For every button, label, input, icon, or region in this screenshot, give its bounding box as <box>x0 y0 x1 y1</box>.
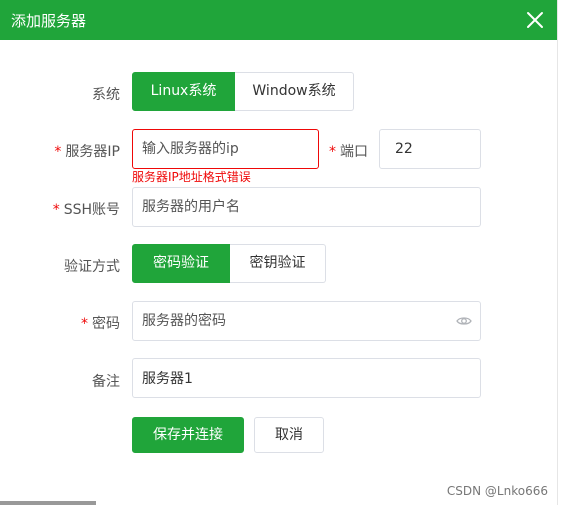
dialog-title: 添加服务器 <box>11 12 87 30</box>
required-mark: * <box>81 316 88 332</box>
ssh-account-label: * SSH账号 <box>52 202 120 218</box>
add-server-dialog: 添加服务器 系统 Linux系统 Window系统 *服务器IP 服务器IP地址… <box>0 0 558 505</box>
horizontal-scrollbar[interactable] <box>0 501 96 505</box>
auth-option-key[interactable]: 密钥验证 <box>230 244 326 283</box>
dialog-header: 添加服务器 <box>0 0 557 40</box>
required-mark: * <box>52 202 60 218</box>
cancel-button[interactable]: 取消 <box>254 417 324 453</box>
server-ip-input[interactable] <box>132 129 319 169</box>
ssh-account-input[interactable] <box>132 187 481 227</box>
system-option-windows[interactable]: Window系统 <box>235 72 354 111</box>
csdn-watermark: CSDN @Lnko666 <box>446 484 548 498</box>
server-ip-label: * 服务器IP <box>54 144 120 160</box>
system-selector: Linux系统 Window系统 <box>132 72 354 111</box>
remark-input[interactable] <box>132 358 481 398</box>
auth-method-selector: 密码验证 密钥验证 <box>132 244 326 283</box>
required-mark: * <box>54 144 62 160</box>
password-label: * 密码 <box>81 316 120 332</box>
port-label: * 端口 <box>329 144 368 160</box>
system-option-linux[interactable]: Linux系统 <box>132 72 235 111</box>
password-input[interactable] <box>132 301 481 341</box>
port-input[interactable] <box>379 129 481 169</box>
required-mark: * <box>329 144 336 160</box>
eye-icon[interactable] <box>456 313 472 329</box>
remark-label: 备注 <box>92 374 120 390</box>
close-icon[interactable] <box>521 6 549 34</box>
auth-option-password[interactable]: 密码验证 <box>132 244 230 283</box>
system-label: 系统 <box>92 87 120 103</box>
server-ip-error: 服务器IP地址格式错误 <box>132 170 251 184</box>
auth-method-label: 验证方式 <box>64 259 120 275</box>
save-connect-button[interactable]: 保存并连接 <box>132 417 244 453</box>
